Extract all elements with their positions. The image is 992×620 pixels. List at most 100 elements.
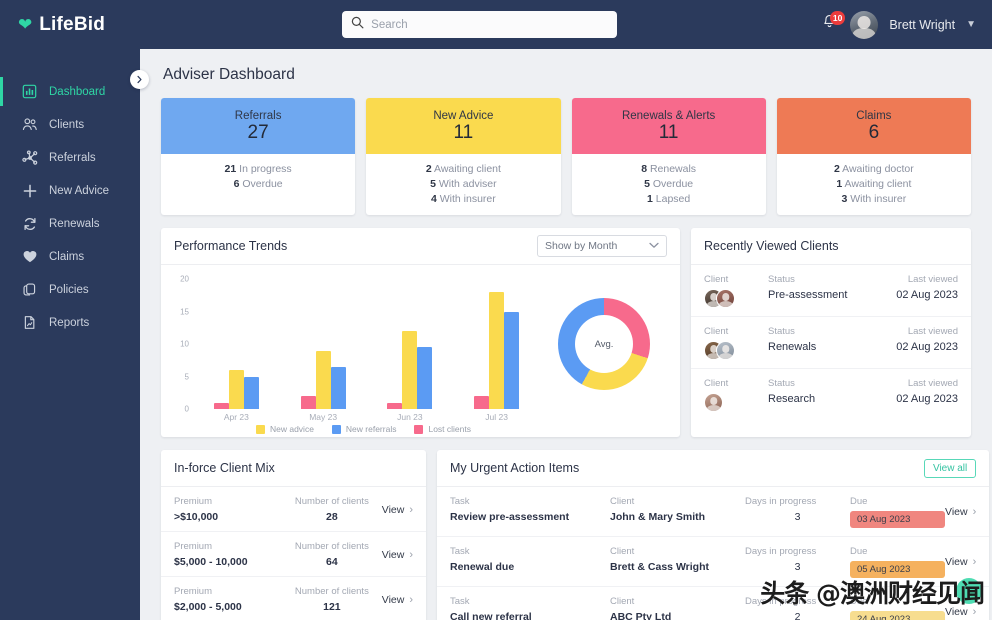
- x-tick-label: Jun 23: [397, 412, 423, 422]
- average-donut-chart: Avg.: [558, 298, 650, 390]
- view-link[interactable]: View ›: [945, 556, 976, 568]
- column-header: Client: [704, 378, 729, 389]
- view-all-button[interactable]: View all: [923, 458, 977, 478]
- brand-logo[interactable]: ❤ LifeBid: [0, 14, 140, 36]
- clients-count-cell: Number of clients 64: [282, 541, 382, 568]
- kpi-body: 8 Renewals 5 Overdue 1 Lapsed: [572, 154, 766, 215]
- search-input[interactable]: [371, 18, 609, 31]
- legend-swatch: [255, 424, 265, 434]
- chart-y-axis: 20 15 10 5 0: [169, 275, 193, 414]
- days-value: 3: [794, 511, 801, 523]
- kpi-card-claims[interactable]: Claims 6 2 Awaiting doctor 1 Awaiting cl…: [776, 98, 971, 215]
- last-viewed-cell: Last viewed 02 Aug 2023: [896, 274, 958, 301]
- view-link[interactable]: View ›: [945, 506, 976, 518]
- kpi-card-new-advice[interactable]: New Advice 11 2 Awaiting client 5 With a…: [366, 98, 561, 215]
- kpi-body: 2 Awaiting doctor 1 Awaiting client 3 Wi…: [777, 154, 971, 215]
- legend-swatch: [331, 424, 341, 434]
- column-header: Client: [610, 496, 635, 507]
- show-by-value: Show by Month: [545, 240, 618, 252]
- column-header: Client: [704, 274, 729, 285]
- kpi-detail-line: 1 Lapsed: [647, 193, 691, 205]
- sidebar-item-claims[interactable]: Claims: [0, 240, 140, 273]
- premium-cell: Premium >$10,000: [174, 496, 282, 523]
- view-link[interactable]: View ›: [382, 549, 413, 561]
- sidebar-collapse-toggle[interactable]: [130, 70, 149, 89]
- sidebar-item-label: Dashboard: [49, 85, 106, 98]
- status-cell: Status Research: [768, 378, 896, 405]
- list-item[interactable]: Client Status Renewals Last viewed 02 Au…: [691, 317, 971, 369]
- column-header: Number of clients: [294, 496, 369, 507]
- kpi-card-row: Referrals 27 21 In progress 6 Overdue Ne…: [161, 98, 971, 215]
- chevron-down-icon[interactable]: ▼: [966, 19, 976, 30]
- kpi-label: Referrals: [234, 109, 282, 122]
- due-badge: 24 Aug 2023: [850, 611, 945, 620]
- sidebar-item-reports[interactable]: Reports: [0, 306, 140, 339]
- kpi-header: Renewals & Alerts 11: [571, 98, 766, 154]
- sidebar-item-label: Renewals: [49, 217, 100, 230]
- in-force-client-mix-panel: In-force Client Mix Premium >$10,000 Num…: [161, 450, 426, 620]
- sidebar-item-referrals[interactable]: Referrals: [0, 141, 140, 174]
- sidebar-item-dashboard[interactable]: Dashboard: [0, 75, 140, 108]
- view-link[interactable]: View ›: [945, 606, 976, 618]
- panel-header: My Urgent Action Items View all: [437, 450, 990, 487]
- avatar-group: [704, 289, 768, 308]
- client-value: John & Mary Smith: [610, 511, 706, 523]
- kpi-detail-line: 6 Overdue: [233, 178, 283, 190]
- avatar: [704, 393, 723, 412]
- body-row: Dashboard Clients Referrals New Advice R…: [0, 49, 992, 620]
- table-row[interactable]: Task Review pre-assessment Client John &…: [437, 487, 990, 537]
- status-value: Renewals: [768, 341, 817, 353]
- avatar: [716, 341, 735, 360]
- kpi-card-renewals-alerts[interactable]: Renewals & Alerts 11 8 Renewals 5 Overdu…: [571, 98, 766, 215]
- sidebar-item-label: Policies: [49, 283, 89, 296]
- bar: [489, 292, 505, 409]
- table-row[interactable]: Premium $5,000 - 10,000 Number of client…: [161, 532, 426, 577]
- legend-swatch: [414, 424, 424, 434]
- table-row[interactable]: Premium $2,000 - 5,000 Number of clients…: [161, 577, 426, 620]
- kpi-card-referrals[interactable]: Referrals 27 21 In progress 6 Overdue: [161, 98, 356, 215]
- chart-legend: New advice New referrals Lost clients: [169, 422, 540, 442]
- days-value: 3: [794, 561, 801, 573]
- y-tick: 20: [180, 274, 189, 284]
- notifications-button[interactable]: 10: [819, 10, 846, 36]
- kpi-label: New Advice: [433, 109, 494, 122]
- kpi-detail-line: 1 Awaiting client: [836, 178, 912, 190]
- kpi-header: New Advice 11: [366, 98, 561, 154]
- search-icon: [351, 16, 364, 34]
- task-cell: Task Call new referral: [450, 596, 610, 620]
- view-link[interactable]: View ›: [382, 504, 413, 516]
- table-row[interactable]: Task Renewal due Client Brett & Cass Wri…: [437, 537, 990, 587]
- list-item[interactable]: Client Status Research Last viewed 02 Au…: [691, 369, 971, 420]
- status-cell: Status Renewals: [768, 326, 896, 353]
- premium-cell: Premium $5,000 - 10,000: [174, 541, 282, 568]
- column-header: Status: [768, 274, 795, 285]
- sidebar-item-policies[interactable]: Policies: [0, 273, 140, 306]
- view-label: View: [381, 548, 405, 561]
- search-box[interactable]: [342, 11, 618, 38]
- legend-item: Lost clients: [414, 424, 471, 434]
- table-row[interactable]: Task Call new referral Client ABC Pty Lt…: [437, 587, 989, 620]
- premium-value: $5,000 - 10,000: [174, 556, 248, 568]
- show-by-select[interactable]: Show by Month: [537, 235, 667, 257]
- table-row[interactable]: Premium >$10,000 Number of clients 28 Vi…: [161, 487, 426, 532]
- bar: [300, 396, 316, 409]
- sidebar-nav: Dashboard Clients Referrals New Advice R…: [0, 75, 140, 339]
- kpi-header: Claims 6: [776, 98, 971, 154]
- sidebar-item-clients[interactable]: Clients: [0, 108, 140, 141]
- avatar[interactable]: [850, 10, 879, 39]
- top-right-area: 10 Brett Wright ▼: [819, 10, 992, 39]
- avatar: [716, 289, 735, 308]
- chart-plot-area: [193, 279, 540, 409]
- last-viewed-value: 02 Aug 2023: [896, 393, 958, 405]
- view-label: View: [945, 556, 968, 568]
- bar-group: [193, 279, 280, 409]
- view-link[interactable]: View ›: [382, 594, 413, 606]
- due-cell: Due 03 Aug 2023: [850, 496, 945, 528]
- kpi-detail-line: 2 Awaiting doctor: [833, 163, 914, 175]
- sidebar-item-renewals[interactable]: Renewals: [0, 207, 140, 240]
- clients-count-cell: Number of clients 121: [282, 586, 382, 613]
- last-viewed-value: 02 Aug 2023: [896, 289, 958, 301]
- list-item[interactable]: Client Status Pre-assessment Last viewed: [691, 265, 971, 317]
- sidebar-item-new-advice[interactable]: New Advice: [0, 174, 140, 207]
- kpi-label: Claims: [856, 109, 892, 122]
